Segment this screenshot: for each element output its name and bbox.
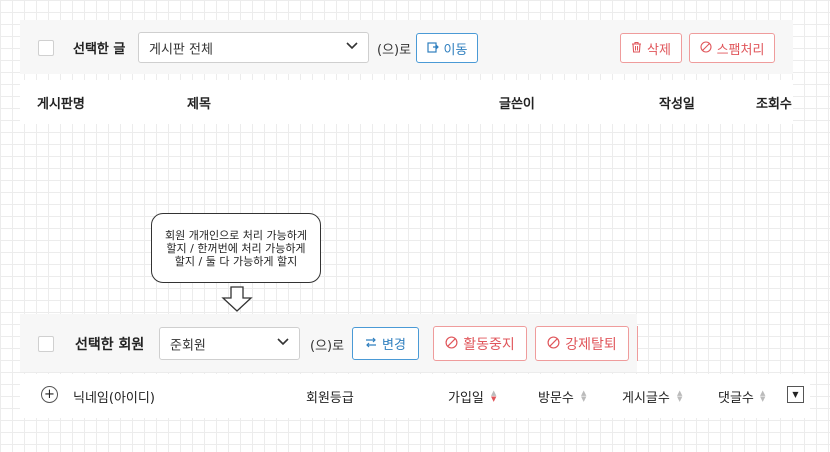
sort-desc-icon[interactable]: ▲ ▼ <box>491 390 496 403</box>
grade-select[interactable]: 준회원 <box>159 327 300 360</box>
spam-button[interactable]: 스팸처리 <box>689 33 775 63</box>
post-col-views[interactable]: 조회수 <box>756 93 792 112</box>
column-menu-dropdown[interactable]: ▼ <box>787 386 804 403</box>
member-col-grade[interactable]: 회원등급 <box>306 387 354 406</box>
clipped-button-edge <box>637 326 640 361</box>
change-grade-button[interactable]: 변경 <box>352 327 419 360</box>
suspend-button[interactable]: 활동중지 <box>433 326 527 361</box>
chevron-down-icon <box>277 335 289 350</box>
move-button-label: 이동 <box>443 42 468 58</box>
board-select[interactable]: 게시판 전체 <box>138 32 369 63</box>
member-col-comments[interactable]: 댓글수 <box>718 387 754 406</box>
force-withdraw-button[interactable]: 강제탈퇴 <box>535 326 629 361</box>
post-col-author[interactable]: 글쓴이 <box>499 93 535 112</box>
suspend-button-label: 활동중지 <box>463 336 515 353</box>
delete-button[interactable]: 삭제 <box>620 33 682 63</box>
ban-icon <box>445 336 458 351</box>
force-withdraw-button-label: 강제탈퇴 <box>565 336 617 353</box>
ban-icon <box>700 41 712 55</box>
sort-icon[interactable]: ▲ ▼ <box>677 390 682 403</box>
post-select-all-checkbox[interactable] <box>38 40 54 56</box>
trash-icon <box>631 41 642 55</box>
expand-plus-icon[interactable]: + <box>41 386 58 403</box>
post-selected-label: 선택한 글 <box>73 42 126 57</box>
grade-select-suffix: (으)로 <box>310 339 345 354</box>
swap-icon <box>365 337 377 350</box>
change-grade-button-label: 변경 <box>382 338 406 353</box>
post-col-title[interactable]: 제목 <box>187 93 211 112</box>
sort-icon[interactable]: ▲ ▼ <box>581 390 586 403</box>
ban-icon <box>547 336 560 351</box>
member-selected-label: 선택한 회원 <box>75 337 145 353</box>
board-select-suffix: (으)로 <box>377 43 412 58</box>
callout-line: 회원 개개인으로 처리 가능하게 <box>164 229 308 242</box>
callout-line: 할지 / 한꺼번에 처리 가능하게 <box>166 242 306 255</box>
post-col-board: 게시판명 <box>37 97 85 112</box>
move-icon <box>426 41 439 55</box>
down-arrow-icon <box>221 286 253 312</box>
board-select-value: 게시판 전체 <box>149 42 213 57</box>
annotation-callout: 회원 개개인으로 처리 가능하게 할지 / 한꺼번에 처리 가능하게 할지 / … <box>151 213 321 283</box>
sort-icon[interactable]: ▲ ▼ <box>760 390 765 403</box>
move-button[interactable]: 이동 <box>416 33 478 63</box>
delete-button-label: 삭제 <box>647 42 671 58</box>
member-col-visits[interactable]: 방문수 <box>538 387 574 406</box>
member-col-posts[interactable]: 게시글수 <box>622 387 670 406</box>
callout-line: 할지 / 둘 다 가능하게 할지 <box>174 255 298 268</box>
member-col-joined[interactable]: 가입일 <box>448 387 484 406</box>
grade-select-value: 준회원 <box>170 338 206 353</box>
caret-down-icon: ▼ <box>792 390 799 399</box>
member-select-all-checkbox[interactable] <box>38 336 54 352</box>
post-col-date[interactable]: 작성일 <box>659 93 695 112</box>
spam-button-label: 스팸처리 <box>716 42 765 58</box>
chevron-down-icon <box>346 39 358 54</box>
member-col-nickname[interactable]: 닉네임(아이디) <box>73 387 155 406</box>
